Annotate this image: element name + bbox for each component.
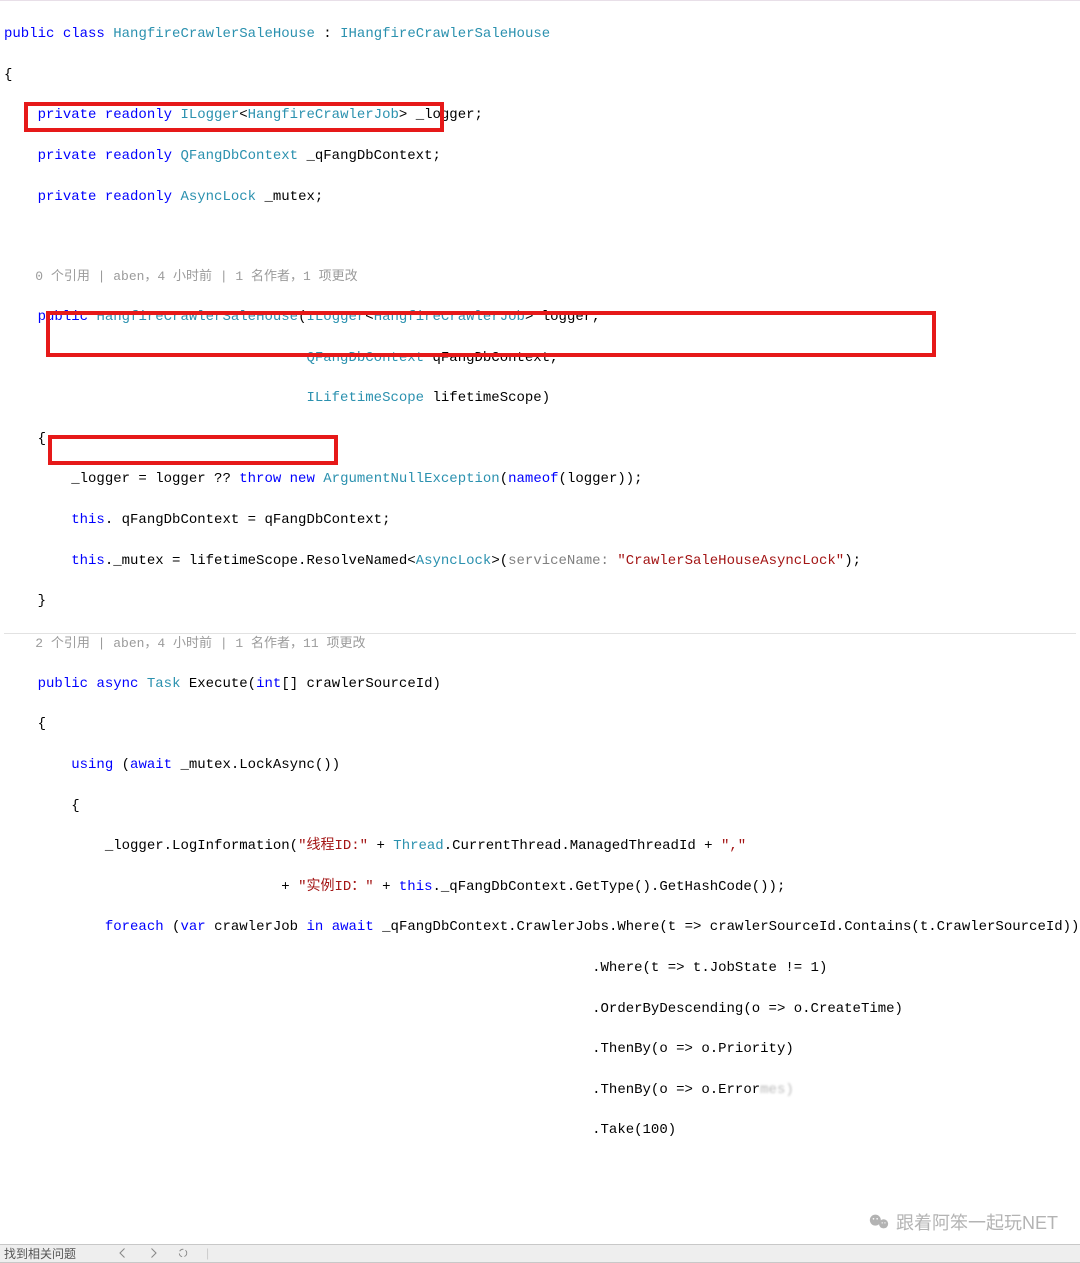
plus: + (374, 879, 399, 895)
param-qfang: qFangDbContext, (432, 350, 558, 366)
str-inst: "实例ID：" (298, 879, 374, 895)
wechat-icon (868, 1211, 890, 1233)
kw-this: this (71, 512, 105, 528)
assign-mutex-end: ); (844, 553, 861, 569)
type-argnull: ArgumentNullException (323, 471, 499, 487)
kw-await: await (130, 757, 172, 773)
field-mutex: _mutex; (264, 189, 323, 205)
kw-await: await (332, 919, 374, 935)
status-divider: | (206, 1246, 209, 1260)
str-servicename: "CrawlerSaleHouseAsyncLock" (617, 553, 844, 569)
type-thread: Thread (393, 838, 443, 854)
class-name: HangfireCrawlerSaleHouse (113, 26, 315, 42)
thenby2-blur: mes) (760, 1082, 794, 1098)
status-text: 找到相关问题 (4, 1245, 76, 1262)
brace-open: { (71, 798, 79, 814)
type-job: HangfireCrawlerJob (374, 309, 525, 325)
type-asynclock: AsyncLock (180, 189, 256, 205)
type-task: Task (147, 676, 181, 692)
var-crawlerjob: crawlerJob (206, 919, 307, 935)
assign-qfang: . qFangDbContext = qFangDbContext; (105, 512, 391, 528)
kw-nameof: nameof (508, 471, 558, 487)
param-label: serviceName: (508, 553, 609, 569)
status-bar: 找到相关问题 | (0, 1244, 1080, 1263)
kw-public: public (38, 309, 88, 325)
nav-fwd-icon[interactable] (146, 1246, 160, 1260)
cur-thread: .CurrentThread.ManagedThreadId + (444, 838, 721, 854)
kw-var: var (180, 919, 205, 935)
nameof-arg: (logger)); (559, 471, 643, 487)
take: .Take(100) (592, 1122, 676, 1138)
kw-public: public (4, 26, 54, 42)
where2: .Where(t => t.JobState != 1) (592, 960, 827, 976)
thenby2: .ThenBy(o => o.Error (592, 1082, 760, 1098)
nav-back-icon[interactable] (116, 1246, 130, 1260)
foreach-tail: _qFangDbContext.CrawlerJobs.Where(t => c… (374, 919, 1080, 935)
field-logger: _logger; (416, 107, 483, 123)
brace-open: { (38, 431, 46, 447)
collapse-separator (4, 633, 1076, 634)
field-qfang: _qFangDbContext; (306, 148, 440, 164)
kw-throw-new: throw new (239, 471, 315, 487)
loading-icon (176, 1246, 190, 1260)
param-lifetime: lifetimeScope) (432, 390, 550, 406)
assign-mutex-mid: >( (491, 553, 508, 569)
type-asynclock: AsyncLock (416, 553, 492, 569)
kw-class: class (63, 26, 105, 42)
kw-int: int (256, 676, 281, 692)
brace-open: { (4, 65, 1076, 85)
type-ilogger: ILogger (306, 309, 365, 325)
kw-public: public (38, 676, 88, 692)
assign-mutex-pre: ._mutex = lifetimeScope.ResolveNamed< (105, 553, 416, 569)
str-comma: "," (721, 838, 746, 854)
orderby: .OrderByDescending(o => o.CreateTime) (592, 1001, 903, 1017)
kw-this: this (71, 553, 105, 569)
type-ilogger: ILogger (180, 107, 239, 123)
type-job: HangfireCrawlerJob (248, 107, 399, 123)
brace-open: { (38, 716, 46, 732)
thenby1: .ThenBy(o => o.Priority) (592, 1041, 794, 1057)
plus: + (368, 838, 393, 854)
type-qfang: QFangDbContext (180, 148, 298, 164)
assign-logger: _logger = logger ?? (71, 471, 239, 487)
param-crawler: [] crawlerSourceId) (281, 676, 441, 692)
type-qfang: QFangDbContext (306, 350, 424, 366)
str-thread: "线程ID:" (298, 838, 368, 854)
watermark: 跟着阿笨一起玩NET (868, 1209, 1058, 1235)
kw-private-readonly: private readonly (38, 189, 172, 205)
watermark-text: 跟着阿笨一起玩NET (896, 1209, 1058, 1235)
after-inst: ._qFangDbContext.GetType().GetHashCode()… (433, 879, 786, 895)
using-body: _mutex.LockAsync()) (172, 757, 340, 773)
kw-private-readonly: private readonly (38, 107, 172, 123)
kw-in: in (307, 919, 324, 935)
code-editor[interactable]: public class HangfireCrawlerSaleHouse : … (0, 2, 1080, 1263)
type-lifetime: ILifetimeScope (306, 390, 424, 406)
codelens-execute[interactable]: 2 个引用 | aben，4 小时前 | 1 名作者，11 项更改 (35, 636, 365, 651)
brace-close: } (38, 593, 46, 609)
kw-using: using (71, 757, 113, 773)
kw-async: async (96, 676, 138, 692)
kw-this: this (399, 879, 433, 895)
interface-name: IHangfireCrawlerSaleHouse (340, 26, 550, 42)
kw-private-readonly: private readonly (38, 148, 172, 164)
param-logger: logger, (542, 309, 601, 325)
codelens-ctor[interactable]: 0 个引用 | aben，4 小时前 | 1 名作者，1 项更改 (35, 269, 357, 284)
method-execute: Execute( (189, 676, 256, 692)
log-call: _logger.LogInformation( (105, 838, 298, 854)
kw-foreach: foreach (105, 919, 164, 935)
ctor-name: HangfireCrawlerSaleHouse (96, 309, 298, 325)
